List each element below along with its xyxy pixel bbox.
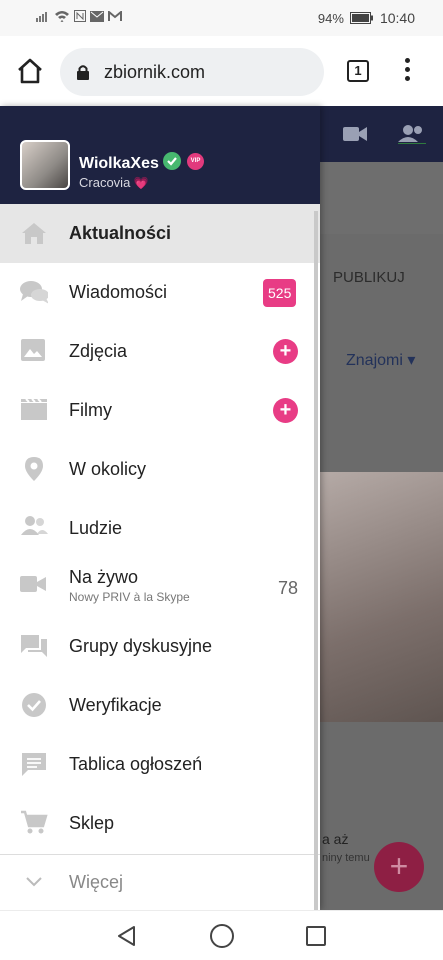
nfc-icon <box>74 10 86 22</box>
menu-label: Tablica ogłoszeń <box>69 754 203 774</box>
people-icon <box>21 516 48 535</box>
menu-item-zdjecia[interactable]: Zdjęcia + <box>0 322 320 381</box>
browser-toolbar: zbiornik.com 1 <box>0 36 443 106</box>
home-icon <box>22 223 46 244</box>
cart-icon <box>21 810 48 834</box>
add-photo-button[interactable]: + <box>273 339 298 364</box>
menu-label: Ludzie <box>69 518 123 538</box>
lock-icon <box>77 65 89 80</box>
location-icon <box>25 457 43 481</box>
battery-percent: 94% <box>317 10 344 26</box>
battery-icon <box>349 12 373 24</box>
people-tab-icon <box>398 125 426 144</box>
user-city: Cracovia 💗 <box>79 175 149 190</box>
system-navigation-bar <box>0 910 443 960</box>
profile-header[interactable]: WiolkaXes VIP Cracovia 💗 <box>0 106 320 204</box>
drawer-scrollbar[interactable] <box>314 211 318 911</box>
menu-item-wiadomosci[interactable]: Wiadomości 525 <box>0 263 320 322</box>
menu-label: Weryfikacje <box>69 695 162 715</box>
gmail-icon <box>108 10 122 21</box>
back-button[interactable] <box>116 925 138 947</box>
menu-sublabel: Nowy PRIV à la Skype <box>69 590 190 604</box>
image-icon <box>21 339 45 361</box>
post-photo <box>320 472 443 722</box>
chat-icon <box>20 281 48 304</box>
menu-item-grupy-dyskusyjne[interactable]: Grupy dyskusyjne <box>0 617 320 676</box>
navigation-drawer: WiolkaXes VIP Cracovia 💗 Aktualności Wia… <box>0 106 320 911</box>
home-outline-icon <box>18 58 42 84</box>
menu-label: Aktualności <box>69 223 172 243</box>
home-circle-button[interactable] <box>210 924 234 948</box>
more-label: Więcej <box>69 872 124 892</box>
post-snippet: a aż <box>322 831 349 847</box>
menu-item-sklep[interactable]: Sklep <box>0 794 320 853</box>
tab-switcher-button[interactable]: 1 <box>347 60 369 82</box>
recent-apps-button[interactable] <box>306 926 326 946</box>
menu-item-tablica-ogloszen[interactable]: Tablica ogłoszeń <box>0 735 320 794</box>
mail-icon <box>90 10 104 22</box>
back-triangle-icon <box>118 926 135 946</box>
menu-item-weryfikacje[interactable]: Weryfikacje <box>0 676 320 735</box>
floating-add-button[interactable]: + <box>374 842 424 892</box>
heart-icon: 💗 <box>133 176 149 190</box>
chevron-down-icon <box>26 877 42 887</box>
video-icon <box>20 576 46 592</box>
browser-home-button[interactable] <box>16 58 44 84</box>
menu-item-filmy[interactable]: Filmy + <box>0 381 320 440</box>
film-icon <box>21 398 47 420</box>
signal-icon <box>36 12 47 22</box>
menu-label: Wiadomości <box>69 282 168 302</box>
menu-item-ludzie[interactable]: Ludzie <box>0 499 320 558</box>
menu-label: W okolicy <box>69 459 147 479</box>
message-count-badge: 525 <box>263 279 297 307</box>
check-circle-icon <box>22 693 46 717</box>
camera-icon <box>343 127 367 141</box>
avatar[interactable] <box>20 140 70 190</box>
browser-menu-button[interactable] <box>404 58 412 84</box>
menu-item-aktualnosci[interactable]: Aktualności <box>0 204 320 263</box>
menu-label: Zdjęcia <box>69 341 128 361</box>
address-bar[interactable]: zbiornik.com <box>60 48 324 96</box>
menu-label: Grupy dyskusyjne <box>69 636 213 656</box>
status-icons-right: 94% 10:40 <box>318 10 415 26</box>
status-icons-left <box>36 10 122 22</box>
status-bar: 94% 10:40 <box>0 0 443 36</box>
menu-label: Na żywo <box>69 567 139 587</box>
username: WiolkaXes <box>79 155 159 172</box>
post-time-snippet: niny temu <box>322 852 370 864</box>
url-text: zbiornik.com <box>104 61 206 82</box>
clock: 10:40 <box>379 10 415 26</box>
menu-item-wiecej[interactable]: Więcej <box>0 854 320 910</box>
wifi-icon <box>55 11 69 22</box>
publish-link[interactable]: PUBLIKUJ <box>333 269 405 286</box>
add-video-button[interactable]: + <box>273 398 298 423</box>
message-board-icon <box>22 753 46 776</box>
forum-icon <box>21 635 47 657</box>
menu-label: Sklep <box>69 813 115 833</box>
verified-icon <box>163 152 181 170</box>
menu-item-w-okolicy[interactable]: W okolicy <box>0 440 320 499</box>
audience-dropdown[interactable]: Znajomi ▾ <box>346 350 415 370</box>
menu-item-na-zywo[interactable]: Na żywo Nowy PRIV à la Skype 78 <box>0 558 320 617</box>
menu-label: Filmy <box>69 400 112 420</box>
live-count: 78 <box>278 578 299 598</box>
vip-badge: VIP <box>187 153 204 170</box>
background-block <box>320 162 443 234</box>
